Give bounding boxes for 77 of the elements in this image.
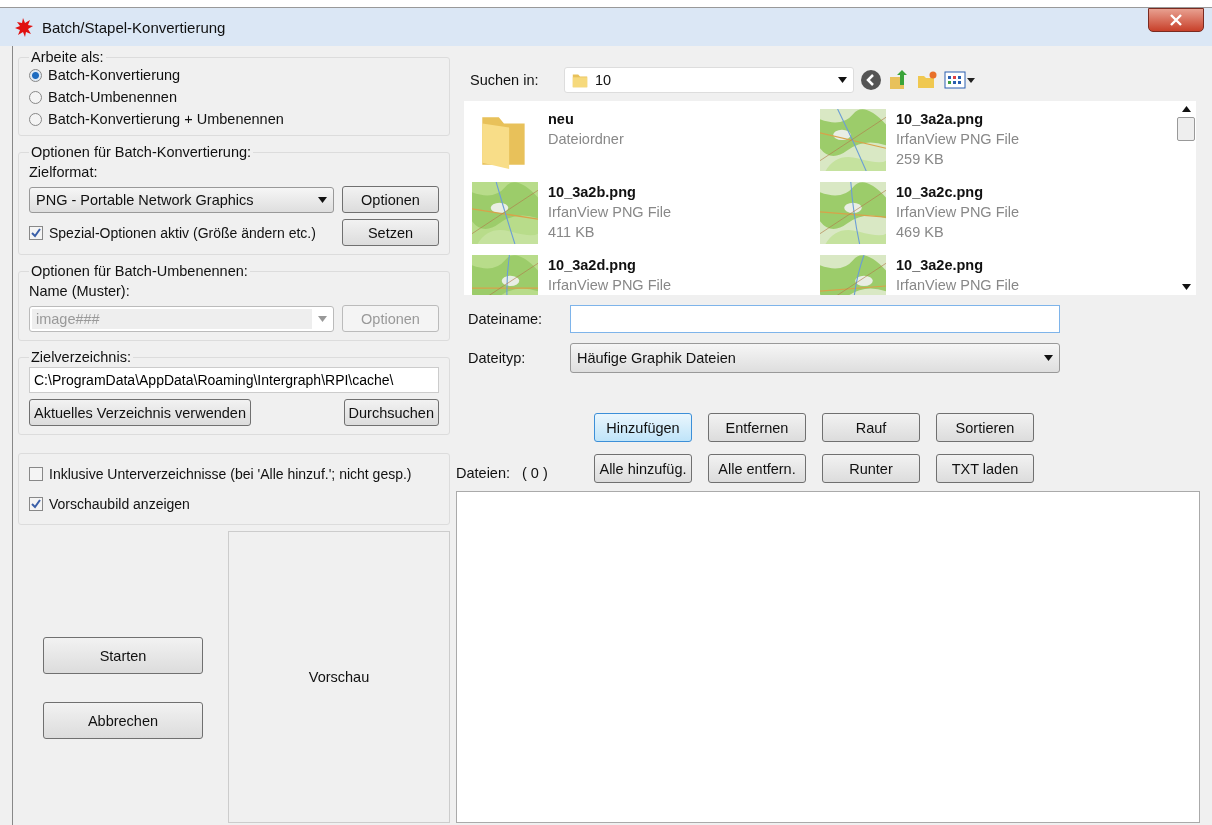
caret-icon bbox=[1044, 355, 1053, 361]
file-type: IrfanView PNG File bbox=[896, 276, 1020, 295]
back-icon[interactable] bbox=[860, 69, 882, 91]
list-button[interactable]: TXT laden bbox=[936, 454, 1034, 483]
file-size: 469 KB bbox=[896, 223, 945, 242]
list-button[interactable]: Sortieren bbox=[936, 413, 1034, 442]
options-button[interactable]: Optionen bbox=[342, 186, 439, 213]
format-dropdown[interactable]: PNG - Portable Network Graphics bbox=[29, 186, 334, 213]
field-label: Dateityp: bbox=[468, 350, 527, 366]
caret-icon bbox=[838, 77, 847, 83]
field-label: Name (Muster): bbox=[29, 283, 131, 299]
browse-button[interactable]: Durchsuchen bbox=[343, 399, 439, 426]
files-label: Dateien: bbox=[456, 465, 510, 481]
action-button[interactable]: Starten bbox=[43, 637, 203, 674]
group-label: Arbeite als: bbox=[30, 49, 105, 65]
filename-field[interactable] bbox=[570, 305, 1060, 333]
file-name: 10_3a2e.png bbox=[896, 256, 985, 275]
new-folder-icon[interactable] bbox=[916, 69, 938, 91]
field-label: Suchen in: bbox=[470, 72, 540, 88]
up-folder-icon[interactable] bbox=[888, 69, 910, 91]
list-button[interactable]: Entfernen bbox=[708, 413, 806, 442]
checkbox[interactable] bbox=[29, 467, 43, 481]
file-item[interactable]: neu Dateiordner bbox=[472, 109, 820, 182]
close-button[interactable] bbox=[1148, 8, 1204, 32]
group-label: Zielverzeichnis: bbox=[30, 349, 132, 365]
option-label: Batch-Umbenennen bbox=[48, 89, 177, 105]
file-name: 10_3a2a.png bbox=[896, 110, 985, 129]
list-button[interactable]: Rauf bbox=[822, 413, 920, 442]
field-label: Dateiname: bbox=[468, 311, 544, 327]
radio-button[interactable] bbox=[29, 112, 42, 126]
file-name: 10_3a2d.png bbox=[548, 256, 637, 275]
file-type: IrfanView PNG File bbox=[548, 203, 672, 222]
group-label: Optionen für Batch-Umbenennen: bbox=[30, 263, 249, 279]
list-button[interactable]: Hinzufügen bbox=[594, 413, 692, 442]
file-item[interactable]: 10_3a2c.png IrfanView PNG File 469 KB bbox=[820, 182, 1168, 255]
scroll-thumb[interactable] bbox=[1177, 117, 1195, 141]
checkbox[interactable] bbox=[29, 497, 43, 511]
option-label: Spezial-Optionen aktiv (Größe ändern etc.) bbox=[49, 224, 316, 241]
caret-icon bbox=[318, 315, 327, 322]
list-button[interactable]: Runter bbox=[822, 454, 920, 483]
file-size: 259 KB bbox=[896, 150, 945, 169]
option-label: Inklusive Unterverzeichnisse (bei 'Alle hinzuf.'; nicht gesp.) bbox=[49, 466, 412, 482]
field-label: Zielformat: bbox=[29, 164, 99, 180]
file-item[interactable]: 10_3a2b.png IrfanView PNG File 411 KB bbox=[472, 182, 820, 255]
folder-dropdown[interactable]: 10 bbox=[564, 67, 854, 93]
option-label: Vorschaubild anzeigen bbox=[49, 496, 190, 512]
list-button[interactable]: Alle hinzufüg. bbox=[594, 454, 692, 483]
file-type: IrfanView PNG File bbox=[896, 130, 1020, 149]
checkbox[interactable] bbox=[29, 225, 43, 240]
file-type: IrfanView PNG File bbox=[548, 276, 672, 295]
radio-button[interactable] bbox=[29, 90, 42, 104]
file-type: Dateiordner bbox=[548, 130, 624, 149]
file-name: 10_3a2b.png bbox=[548, 183, 637, 202]
window-title: Batch/Stapel-Konvertierung bbox=[42, 18, 227, 36]
caret-icon bbox=[1181, 106, 1191, 112]
close-icon bbox=[1169, 14, 1183, 26]
file-size: 411 KB bbox=[548, 223, 596, 242]
group-label: Optionen für Batch-Konvertierung: bbox=[30, 144, 253, 160]
file-type: IrfanView PNG File bbox=[896, 203, 1020, 222]
set-button[interactable]: Setzen bbox=[342, 219, 439, 246]
caret-icon bbox=[1181, 284, 1191, 290]
file-item[interactable]: 10_3a2d.png IrfanView PNG File bbox=[472, 255, 820, 295]
preview-label: Vorschau bbox=[308, 669, 370, 685]
file-name: neu bbox=[548, 110, 575, 129]
action-button[interactable]: Abbrechen bbox=[43, 702, 203, 739]
files-count: ( 0 ) bbox=[522, 465, 548, 481]
radio-button[interactable] bbox=[29, 68, 42, 82]
list-button[interactable]: Alle entfern. bbox=[708, 454, 806, 483]
file-item[interactable]: 10_3a2a.png IrfanView PNG File 259 KB bbox=[820, 109, 1168, 182]
filetype-dropdown[interactable]: Häufige Graphik Dateien bbox=[570, 343, 1060, 373]
use-current-button[interactable]: Aktuelles Verzeichnis verwenden bbox=[29, 399, 251, 426]
caret-icon bbox=[318, 196, 327, 203]
view-menu-icon[interactable] bbox=[944, 70, 976, 90]
path-field[interactable]: C:\ProgramData\AppData\Roaming\Intergraph\RPI\cache\ bbox=[29, 367, 439, 393]
file-name: 10_3a2c.png bbox=[896, 183, 985, 202]
option-label: Batch-Konvertierung bbox=[48, 67, 181, 83]
option-label: Batch-Konvertierung + Umbenennen bbox=[48, 111, 284, 127]
